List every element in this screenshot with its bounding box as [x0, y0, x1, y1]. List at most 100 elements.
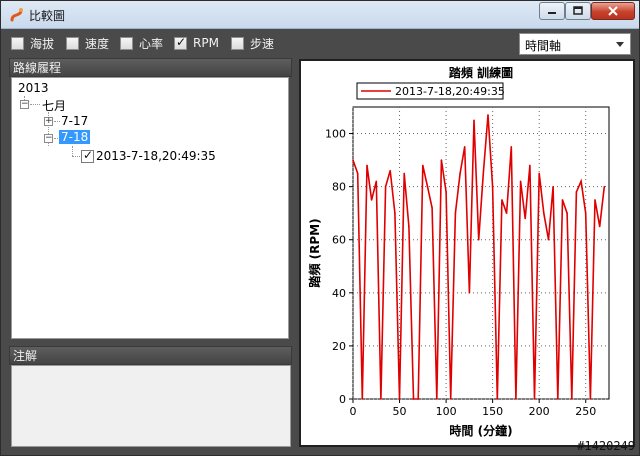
data-point [584, 212, 587, 214]
notes-panel-header: 注解 [9, 346, 292, 365]
tree-node-session[interactable]: 2013-7-18,20:49:35 [96, 149, 216, 163]
metric-checkbox-altitude[interactable]: 海拔 [11, 35, 54, 51]
data-point [594, 199, 596, 201]
data-point [505, 212, 508, 214]
checkbox-box[interactable] [11, 36, 24, 50]
data-point [566, 212, 568, 214]
watermark-text: #1420249 [577, 439, 635, 453]
tree-node-month[interactable]: 七月 [42, 97, 66, 114]
metric-checkbox-rpm[interactable]: RPM [174, 35, 219, 51]
checkbox-box[interactable] [66, 36, 79, 50]
cadence-chart: 0 50 100 150 200 250 0 20 40 60 80 100 踏頻 訓練圖 2013-7-… [307, 65, 610, 438]
close-button[interactable] [591, 2, 635, 20]
checkbox-box[interactable] [174, 35, 187, 50]
data-point [529, 164, 531, 167]
metric-checkbox-speed[interactable]: 速度 [66, 35, 109, 51]
x-tick-label: 100 [436, 405, 457, 418]
chevron-down-icon[interactable] [616, 42, 624, 47]
axis-select[interactable]: 時間軸 [519, 33, 631, 55]
metric-checkbox-heart-rate[interactable]: 心率 [120, 35, 163, 51]
x-tick-label: 50 [393, 405, 407, 418]
app-logo-icon [9, 7, 25, 23]
y-tick-label: 20 [332, 340, 346, 353]
data-point [487, 114, 489, 116]
data-point [515, 398, 517, 400]
title-bar: 比較圖 [1, 1, 639, 29]
data-point [454, 212, 457, 214]
x-axis-label: 時間 (分鐘) [449, 423, 512, 438]
data-point [426, 185, 429, 188]
data-point [519, 180, 522, 183]
data-point [575, 191, 578, 193]
route-tree[interactable]: 2013 − 七月 + 7-17 − 7-18 2013-7-18,20:49:… [11, 77, 289, 339]
data-point [468, 292, 471, 294]
data-point [491, 185, 494, 188]
data-point [477, 238, 480, 241]
data-point [440, 159, 443, 161]
data-point [412, 398, 415, 400]
tree-node-day-7-18[interactable]: 7-18 [59, 130, 91, 144]
metric-checkbox-pace[interactable]: 步速 [231, 35, 274, 51]
metric-label: 速度 [85, 36, 110, 51]
data-point [422, 164, 424, 167]
data-point [557, 398, 559, 400]
data-point [533, 398, 536, 400]
y-tick-label: 40 [332, 287, 346, 300]
tree-node-day-7-17[interactable]: 7-17 [61, 114, 88, 128]
metric-label: RPM [193, 36, 219, 50]
checkbox-box[interactable] [120, 36, 133, 50]
data-point [589, 398, 592, 400]
maximize-button[interactable] [565, 2, 591, 20]
data-point [356, 172, 359, 175]
window-title: 比較圖 [29, 9, 66, 23]
x-tick-label: 200 [529, 405, 550, 418]
data-point [445, 191, 447, 193]
data-point [408, 225, 410, 228]
data-point [538, 172, 540, 175]
data-point [403, 172, 405, 175]
data-point [449, 398, 452, 400]
expand-icon[interactable]: + [44, 117, 53, 126]
data-point [547, 238, 550, 241]
data-point [510, 146, 513, 148]
data-point [603, 185, 606, 188]
data-point [496, 398, 499, 400]
close-icon [608, 6, 618, 16]
data-point [501, 199, 503, 201]
data-point [598, 225, 601, 228]
data-point [370, 199, 373, 201]
session-checkbox[interactable] [81, 148, 94, 163]
minimize-icon [548, 12, 556, 14]
notes-area[interactable] [11, 365, 291, 447]
y-tick-label: 100 [325, 128, 346, 141]
x-tick-label: 150 [482, 405, 503, 418]
data-point [473, 119, 475, 122]
data-point [463, 146, 466, 148]
collapse-icon[interactable]: − [20, 100, 29, 109]
data-point [552, 185, 554, 188]
data-point [380, 398, 382, 400]
metric-label: 海拔 [30, 36, 55, 51]
data-point [459, 172, 461, 175]
data-point [431, 207, 433, 209]
legend-label: 2013-7-18,20:49:35 [395, 85, 505, 98]
minimize-button[interactable] [539, 2, 565, 20]
x-tick-label: 0 [350, 405, 357, 418]
tree-node-year[interactable]: 2013 [18, 81, 49, 95]
y-axis-label: 踏頻 (RPM) [307, 218, 322, 287]
data-point [580, 180, 582, 183]
data-point [361, 398, 364, 400]
collapse-icon[interactable]: − [44, 134, 53, 143]
data-point [570, 398, 573, 400]
data-point [524, 217, 527, 220]
data-point [482, 172, 485, 175]
checkbox-box[interactable] [231, 36, 244, 50]
data-point [543, 212, 545, 214]
chart-title: 踏頻 訓練圖 [449, 65, 513, 80]
axis-select-value: 時間軸 [525, 39, 562, 53]
data-point [435, 398, 438, 400]
chart-panel: 0 50 100 150 200 250 0 20 40 60 80 100 踏頻 訓練圖 2013-7-… [299, 59, 635, 447]
maximize-icon [573, 6, 583, 15]
data-point [352, 159, 354, 161]
data-point [389, 169, 392, 172]
